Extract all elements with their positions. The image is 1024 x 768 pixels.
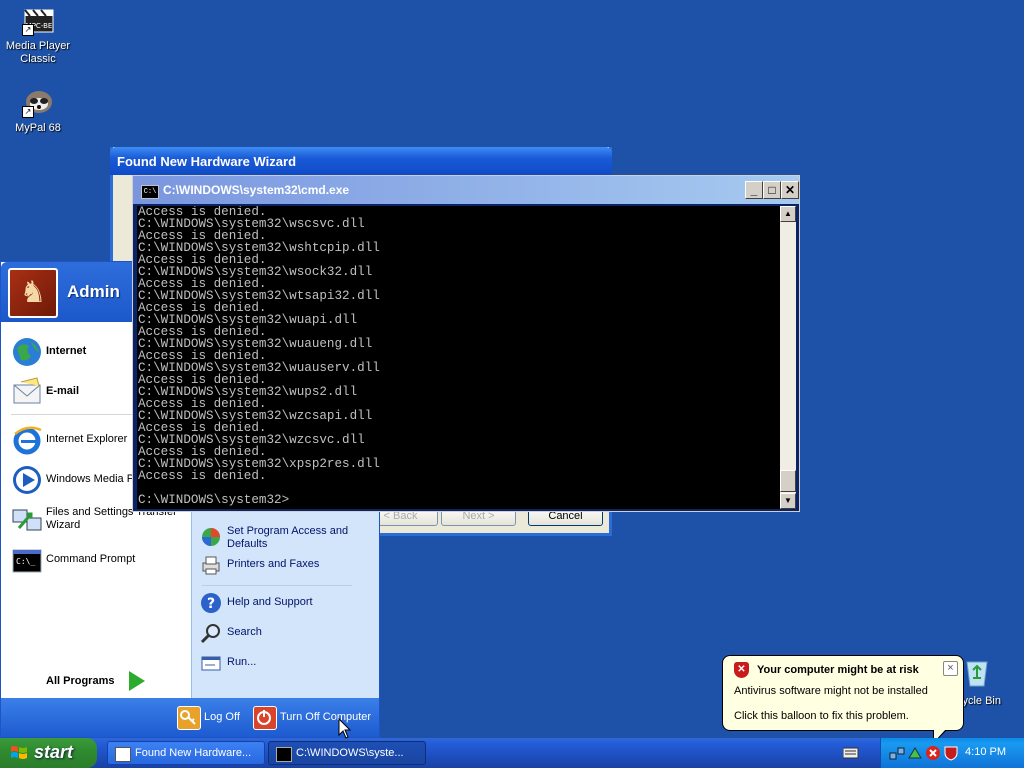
- internet-explorer-icon: [11, 424, 43, 456]
- all-programs-label: All Programs: [46, 675, 115, 687]
- security-shield-icon: ✕: [734, 662, 749, 678]
- system-tray: 4:10 PM: [880, 738, 1024, 768]
- turn-off-label: Turn Off Computer: [280, 711, 372, 723]
- key-icon: [177, 706, 201, 730]
- wizard-window-icon: [115, 747, 131, 762]
- cmd-window-icon: C:\: [141, 185, 159, 199]
- balloon-message: Antivirus software might not be installe…: [734, 685, 928, 697]
- security-center-shield-icon[interactable]: [943, 745, 959, 761]
- balloon-title: Your computer might be at risk: [757, 664, 919, 676]
- desktop-icon-media-player-classic[interactable]: MPC-BE ↗ Media Player Classic: [0, 4, 76, 66]
- search-icon: [200, 622, 222, 644]
- svg-text:?: ?: [207, 596, 215, 612]
- places-help-support[interactable]: ? Help and Support: [198, 590, 376, 616]
- files-settings-transfer-icon: [11, 504, 43, 536]
- mouse-cursor-icon: [338, 718, 352, 739]
- security-alert-balloon[interactable]: ✕ Your computer might be at risk × Antiv…: [722, 655, 964, 731]
- recent-label: Command Prompt: [46, 553, 136, 565]
- security-alert-icon[interactable]: [925, 745, 941, 761]
- desktop-icon-label: Media Player: [5, 40, 71, 52]
- start-button[interactable]: start: [0, 738, 97, 768]
- desktop-icon-label: Classic: [20, 53, 56, 65]
- cmd-title: C:\WINDOWS\system32\cmd.exe: [163, 183, 350, 197]
- network-icon[interactable]: [889, 745, 905, 761]
- command-prompt-icon: C:\_: [11, 544, 43, 576]
- email-envelope-icon: [11, 376, 43, 408]
- places-label: Help and Support: [227, 596, 313, 608]
- clock[interactable]: 4:10 PM: [965, 746, 1006, 758]
- recycle-bin-icon: [966, 661, 988, 687]
- media-player-classic-icon: MPC-BE ↗: [22, 4, 54, 36]
- program-access-icon: [200, 526, 222, 548]
- windows-media-player-icon: [11, 464, 43, 496]
- log-off-button[interactable]: Log Off: [177, 706, 247, 730]
- command-prompt-window[interactable]: C:\ C:\WINDOWS\system32\cmd.exe _ □ ✕ Ac…: [132, 175, 800, 512]
- mypal-raccoon-icon: ↗: [22, 86, 54, 118]
- recent-label: Windows Media Pl: [46, 473, 137, 485]
- places-label: Printers and Faxes: [227, 558, 320, 570]
- start-menu-footer: Log Off Turn Off Computer: [1, 698, 379, 737]
- scroll-thumb[interactable]: [780, 470, 796, 492]
- wizard-title: Found New Hardware Wizard: [117, 154, 297, 169]
- wizard-titlebar[interactable]: Found New Hardware Wizard: [110, 147, 612, 175]
- user-name: Admin: [67, 282, 120, 301]
- balloon-action: Click this balloon to fix this problem.: [734, 710, 909, 722]
- turn-off-computer-button[interactable]: Turn Off Computer: [253, 706, 377, 730]
- places-run[interactable]: Run...: [198, 650, 376, 676]
- taskbar-button-cmd[interactable]: C:\WINDOWS\syste...: [268, 741, 426, 765]
- pinned-label: E-mail: [46, 385, 80, 397]
- desktop-icon-mypal[interactable]: ↗ MyPal 68: [0, 86, 76, 135]
- cmd-scrollbar[interactable]: ▲ ▼: [780, 206, 796, 509]
- places-label: Set Program Access and Defaults: [227, 525, 349, 550]
- desktop-icon-label: MyPal 68: [15, 122, 61, 134]
- pinned-label: Internet: [46, 345, 87, 357]
- balloon-close-button[interactable]: ×: [943, 661, 958, 676]
- scroll-down-arrow-icon[interactable]: ▼: [780, 493, 796, 509]
- start-label: start: [34, 742, 74, 762]
- recent-command-prompt[interactable]: C:\_ Command Prompt: [7, 541, 187, 579]
- minimize-button[interactable]: _: [745, 181, 763, 199]
- keyboard-icon[interactable]: [843, 746, 859, 760]
- windows-flag-icon: [11, 746, 27, 759]
- run-icon: [200, 652, 222, 674]
- places-printers-faxes[interactable]: Printers and Faxes: [198, 552, 376, 578]
- help-icon: ?: [200, 592, 222, 614]
- cmd-console-output[interactable]: Access is denied. C:\WINDOWS\system32\ws…: [137, 206, 780, 509]
- green-arrow-icon: [129, 671, 145, 691]
- start-menu-separator: [202, 585, 352, 586]
- places-label: Run...: [227, 656, 257, 668]
- maximize-button[interactable]: □: [763, 181, 781, 199]
- internet-globe-icon: [11, 336, 43, 368]
- places-search[interactable]: Search: [198, 620, 376, 646]
- svg-text:C:\_: C:\_: [16, 557, 35, 566]
- log-off-label: Log Off: [204, 711, 240, 723]
- cmd-titlebar[interactable]: C:\ C:\WINDOWS\system32\cmd.exe _ □ ✕: [133, 176, 799, 204]
- close-button[interactable]: ✕: [781, 181, 799, 199]
- console-text: Access is denied. C:\WINDOWS\system32\ws…: [138, 206, 380, 507]
- places-set-program-access[interactable]: Set Program Access and Defaults: [198, 524, 376, 550]
- taskbar-button-label: C:\WINDOWS\syste...: [296, 747, 404, 759]
- all-programs-button[interactable]: All Programs: [1, 662, 191, 702]
- printer-icon: [200, 554, 222, 576]
- cmd-window-icon: [276, 747, 292, 762]
- power-icon: [253, 706, 277, 730]
- recent-label: Internet Explorer: [46, 433, 128, 445]
- safely-remove-hardware-icon[interactable]: [907, 745, 923, 761]
- places-label: Search: [227, 626, 262, 638]
- scroll-up-arrow-icon[interactable]: ▲: [780, 206, 796, 222]
- taskbar-button-hardware-wizard[interactable]: Found New Hardware...: [107, 741, 265, 765]
- taskbar-button-label: Found New Hardware...: [135, 747, 252, 759]
- user-avatar[interactable]: ♞: [8, 268, 58, 318]
- taskbar: start Found New Hardware... C:\WINDOWS\s…: [0, 738, 1024, 768]
